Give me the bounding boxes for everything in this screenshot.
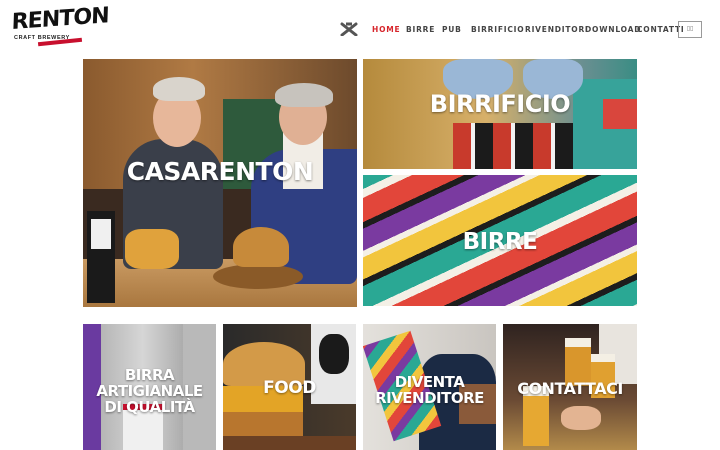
tile-photo-hair-left [153,77,205,101]
logo-wordmark: RENTON [11,3,110,35]
crossed-hammers-icon[interactable] [340,22,358,36]
nav-rivenditori[interactable]: RIVENDITORI [525,25,589,34]
tile-title: DIVENTA RIVENDITORE [363,374,496,406]
tile-photo-can-art [319,334,349,374]
tile-title-line: DIVENTA [394,373,465,391]
tile-photo-burger [233,227,289,267]
tile-photo-can-label [91,219,111,249]
nav-download[interactable]: DOWNLOAD [585,25,641,34]
tile-food[interactable]: FOOD [223,324,356,450]
tile-title: CASARENTON [126,157,314,186]
tile-birrificio[interactable]: BIRRIFICIO [363,59,637,169]
tile-title: FOOD [263,378,316,398]
tile-photo-cans [453,123,573,169]
language-button[interactable]: ▯▯ [678,21,702,38]
tile-photo-hands [561,406,601,430]
tile-title: BIRRE [462,229,538,255]
tile-title-line: DI QUALITÀ [104,398,195,416]
tile-title-line: BIRRA [124,366,175,384]
nav-birre[interactable]: BIRRE [406,25,435,34]
tile-title-line: ARTIGIANALE [96,382,203,400]
site-header: RENTON CRAFT BREWERY HOME BIRRE PUB BIRR… [0,0,720,58]
tile-contattaci[interactable]: CONTATTACI [503,324,637,450]
tile-title: CONTATTACI [517,379,623,398]
brand-logo[interactable]: RENTON CRAFT BREWERY [11,3,109,47]
tile-title: BIRRA ARTIGIANALE DI QUALITÀ [83,367,216,415]
tile-title-line: RIVENDITORE [375,389,484,407]
tile-photo-fries [125,229,179,269]
nav-home[interactable]: HOME [372,25,400,34]
tile-photo-plate [213,264,303,289]
nav-pub[interactable]: PUB [442,25,462,34]
tile-birra-artigianale[interactable]: BIRRA ARTIGIANALE DI QUALITÀ [83,324,216,450]
nav-birrificio[interactable]: BIRRIFICIO [471,25,524,34]
tile-casarenton[interactable]: CASARENTON [83,59,357,307]
tile-photo-hair-right [275,83,333,107]
tile-diventa-rivenditore[interactable]: DIVENTA RIVENDITORE [363,324,496,450]
tile-birre[interactable]: BIRRE [363,175,637,306]
tile-title: BIRRIFICIO [429,90,571,118]
tile-photo-board [223,436,356,450]
